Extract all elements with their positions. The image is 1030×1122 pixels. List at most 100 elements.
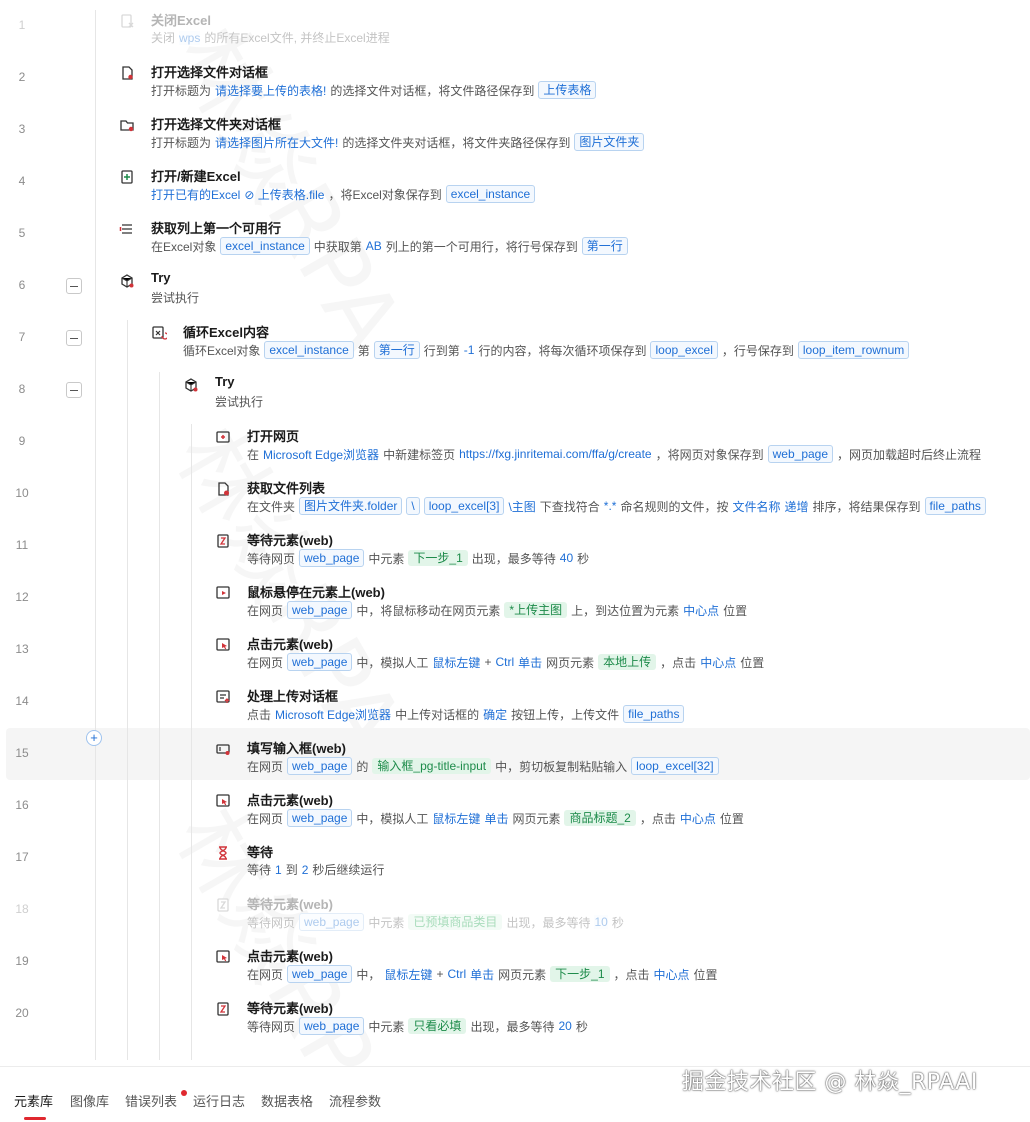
desc-text: ，将Excel对象保存到 [328, 187, 442, 202]
flow-step-row[interactable]: 19 点击元素(web) 在网页 web_page 中， 鼠标左键 + Ctrl 单击 网页元素下… [0, 936, 1030, 988]
variable-chip[interactable]: web_page [767, 445, 834, 463]
line-number: 2 [18, 70, 26, 84]
variable-chip[interactable]: web_page [299, 1017, 365, 1035]
variable-chip[interactable]: loop_excel[3] [423, 497, 505, 515]
variable-chip[interactable]: web_page [299, 549, 365, 567]
param-value: wps [179, 30, 201, 45]
variable-chip[interactable]: loop_excel[32] [631, 757, 719, 775]
desc-text: 网页元素 [546, 655, 595, 670]
variable-chip[interactable]: file_paths [924, 497, 986, 515]
element-chip[interactable]: 商品标题_2 [564, 810, 636, 826]
flow-step-row[interactable]: 9 打开网页在 Microsoft Edge浏览器 中新建标签页 https://fxg… [0, 416, 1030, 468]
flow-step-row[interactable]: 16 点击元素(web) 在网页 web_page 中，模拟人工 鼠标左键 单击 网页元素 商品… [0, 780, 1030, 832]
desc-text: 中， [356, 967, 381, 982]
step-description: 在网页 web_page 中，模拟人工 鼠标左键 + Ctrl 单击 网页元素 本地上传 ，点击中… [247, 653, 768, 671]
flow-step-row[interactable]: 18 等待元素(web) 等待网页 web_page 中元素 已预填商品类目 出现，最多等待… [0, 884, 1030, 936]
variable-chip[interactable]: 图片文件夹.folder [299, 497, 403, 515]
tab-image-library[interactable]: 图像库 [70, 1091, 109, 1110]
step-description: 在网页 web_page 的输入框_pg-title-input 中，剪切板复制粘贴输… [247, 757, 723, 775]
param-value: -1 [463, 343, 475, 357]
collapse-toggle-button[interactable] [66, 382, 82, 398]
param-value: 单击 [518, 655, 543, 670]
variable-chip[interactable]: loop_item_rownum [797, 341, 910, 359]
variable-chip[interactable]: excel_instance [445, 185, 536, 203]
desc-text: 位置 [723, 603, 748, 618]
variable-chip[interactable]: web_page [287, 809, 353, 827]
desc-text: 等待网页 [247, 551, 296, 566]
add-step-button[interactable]: + [86, 730, 102, 746]
collapse-toggle-button[interactable] [66, 330, 82, 346]
wait-element-icon [214, 896, 232, 914]
variable-chip[interactable]: web_page [287, 653, 353, 671]
tab-element-library[interactable]: 元素库 [14, 1091, 53, 1110]
line-number: 12 [15, 590, 29, 604]
param-value: Ctrl [495, 655, 515, 669]
flow-step-row[interactable]: 12 鼠标悬停在元素上(web) 在网页 web_page 中，将鼠标移动在网页元素 *上… [0, 572, 1030, 624]
flow-step-row[interactable]: 2 打开选择文件对话框 打开标题为 请选择要上传的表格! 的选择文件对话框，将文件路径保… [0, 52, 1030, 104]
flow-step-row[interactable]: 3 打开选择文件夹对话框 打开标题为 请选择图片所在大文件! 的选择文件夹对话框，将文件… [0, 104, 1030, 156]
watermark-text: 掘金技术社区 @ 林焱_RPAAI [682, 1070, 978, 1095]
tab-flow-params[interactable]: 流程参数 [329, 1091, 381, 1110]
variable-chip[interactable]: 上传表格 [538, 81, 597, 99]
flow-step-row[interactable]: 6 Try 尝试执行 [0, 260, 1030, 312]
desc-text: 到 [285, 863, 298, 877]
line-number: 17 [15, 850, 29, 864]
click-element-icon [214, 636, 232, 654]
variable-chip[interactable]: 第一行 [581, 237, 628, 255]
tab-error-list[interactable]: 错误列表 [125, 1091, 177, 1110]
flow-step-row[interactable]: 7 循环Excel内容 循环Excel对象 excel_instance 第第一行 行到第… [0, 312, 1030, 364]
flow-step-row[interactable]: 4 打开/新建Excel 打开已有的Excel ⊘ 上传表格.file ，将Excel对… [0, 156, 1030, 208]
variable-chip[interactable]: 第一行 [373, 341, 420, 359]
element-chip[interactable]: 已预填商品类目 [408, 914, 503, 930]
element-chip[interactable]: 下一步_1 [550, 966, 610, 982]
flow-step-row[interactable]: 14 处理上传对话框 点击 Microsoft Edge浏览器 中上传对话框的 确定 按钮上… [0, 676, 1030, 728]
flow-editor: 林焱RPA 林焱RPA 林焱RPA 1关闭Excel关闭wps的所有Excel文… [0, 0, 1030, 1066]
element-chip[interactable]: 下一步_1 [408, 550, 468, 566]
variable-chip[interactable]: web_page [287, 601, 353, 619]
flow-step-row[interactable]: 10 获取文件列表 在文件夹 图片文件夹.folder \ loop_excel[3] \主… [0, 468, 1030, 520]
flow-step-row[interactable]: 8 Try 尝试执行 [0, 364, 1030, 416]
desc-text: 第 [357, 343, 370, 358]
element-chip[interactable]: 输入框_pg-title-input [372, 758, 492, 774]
desc-text: 循环Excel对象 [183, 343, 261, 358]
element-chip[interactable]: 只看必填 [408, 1018, 467, 1034]
step-description: 关闭 wps 的所有Excel文件, 并终止Excel进程 [151, 29, 394, 46]
tree-guide-line [159, 372, 160, 1060]
line-number: 4 [18, 174, 26, 188]
variable-chip[interactable]: web_page [287, 965, 353, 983]
wait-element-icon [214, 532, 232, 550]
flow-step-row[interactable]: 20 等待元素(web) 等待网页 web_page 中元素 只看必填 出现，最多等待 20 秒 [0, 988, 1030, 1040]
flow-step-row[interactable]: 5 获取列上第一个可用行 在Excel对象 excel_instance 中获取第 AB 列… [0, 208, 1030, 260]
param-value: 文件名称 [732, 499, 781, 514]
collapse-toggle-button[interactable] [66, 278, 82, 294]
desc-text: 在文件夹 [247, 499, 296, 514]
step-description: 在网页 web_page 中，将鼠标移动在网页元素 *上传主图 上，到达位置为元素 中心点… [247, 601, 751, 619]
variable-chip[interactable]: 图片文件夹 [574, 133, 645, 151]
line-number: 9 [18, 434, 26, 448]
try-cube-icon [182, 376, 200, 394]
desc-text: 在网页 [247, 759, 284, 774]
step-title: 打开选择文件夹对话框 [151, 117, 282, 132]
desc-text: 中元素 [368, 1019, 405, 1034]
flow-step-row[interactable]: 13 点击元素(web) 在网页 web_page 中，模拟人工 鼠标左键 + Ctrl 单击网… [0, 624, 1030, 676]
desc-text: 等待网页 [247, 1019, 296, 1034]
variable-chip[interactable]: \ [406, 497, 420, 515]
element-chip[interactable]: *上传主图 [504, 602, 568, 618]
flow-step-row[interactable]: 11 等待元素(web) 等待网页 web_page 中元素 下一步_1 出现，最多等待 40… [0, 520, 1030, 572]
variable-chip[interactable]: loop_excel [650, 341, 718, 359]
step-title: 关闭Excel [151, 13, 211, 28]
desc-text: 尝试执行 [215, 395, 264, 409]
variable-chip[interactable]: file_paths [623, 705, 685, 723]
tab-run-log[interactable]: 运行日志 [193, 1091, 245, 1110]
flow-step-row[interactable]: 17 等待 等待 1 到 2 秒后继续运行 [0, 832, 1030, 884]
line-number: 18 [15, 902, 29, 916]
tab-data-table[interactable]: 数据表格 [261, 1091, 313, 1110]
element-chip[interactable]: 本地上传 [598, 654, 657, 670]
variable-chip[interactable]: excel_instance [264, 341, 354, 359]
variable-chip[interactable]: web_page [287, 757, 353, 775]
flow-step-row[interactable]: 1 关闭Excel 关闭 wps 的所有Excel文件, 并终止Excel进程 [0, 0, 1030, 52]
variable-chip[interactable]: web_page [299, 913, 365, 931]
variable-chip[interactable]: excel_instance [220, 237, 310, 255]
desc-text: ，点击 [660, 655, 697, 670]
line-number: 16 [15, 798, 29, 812]
